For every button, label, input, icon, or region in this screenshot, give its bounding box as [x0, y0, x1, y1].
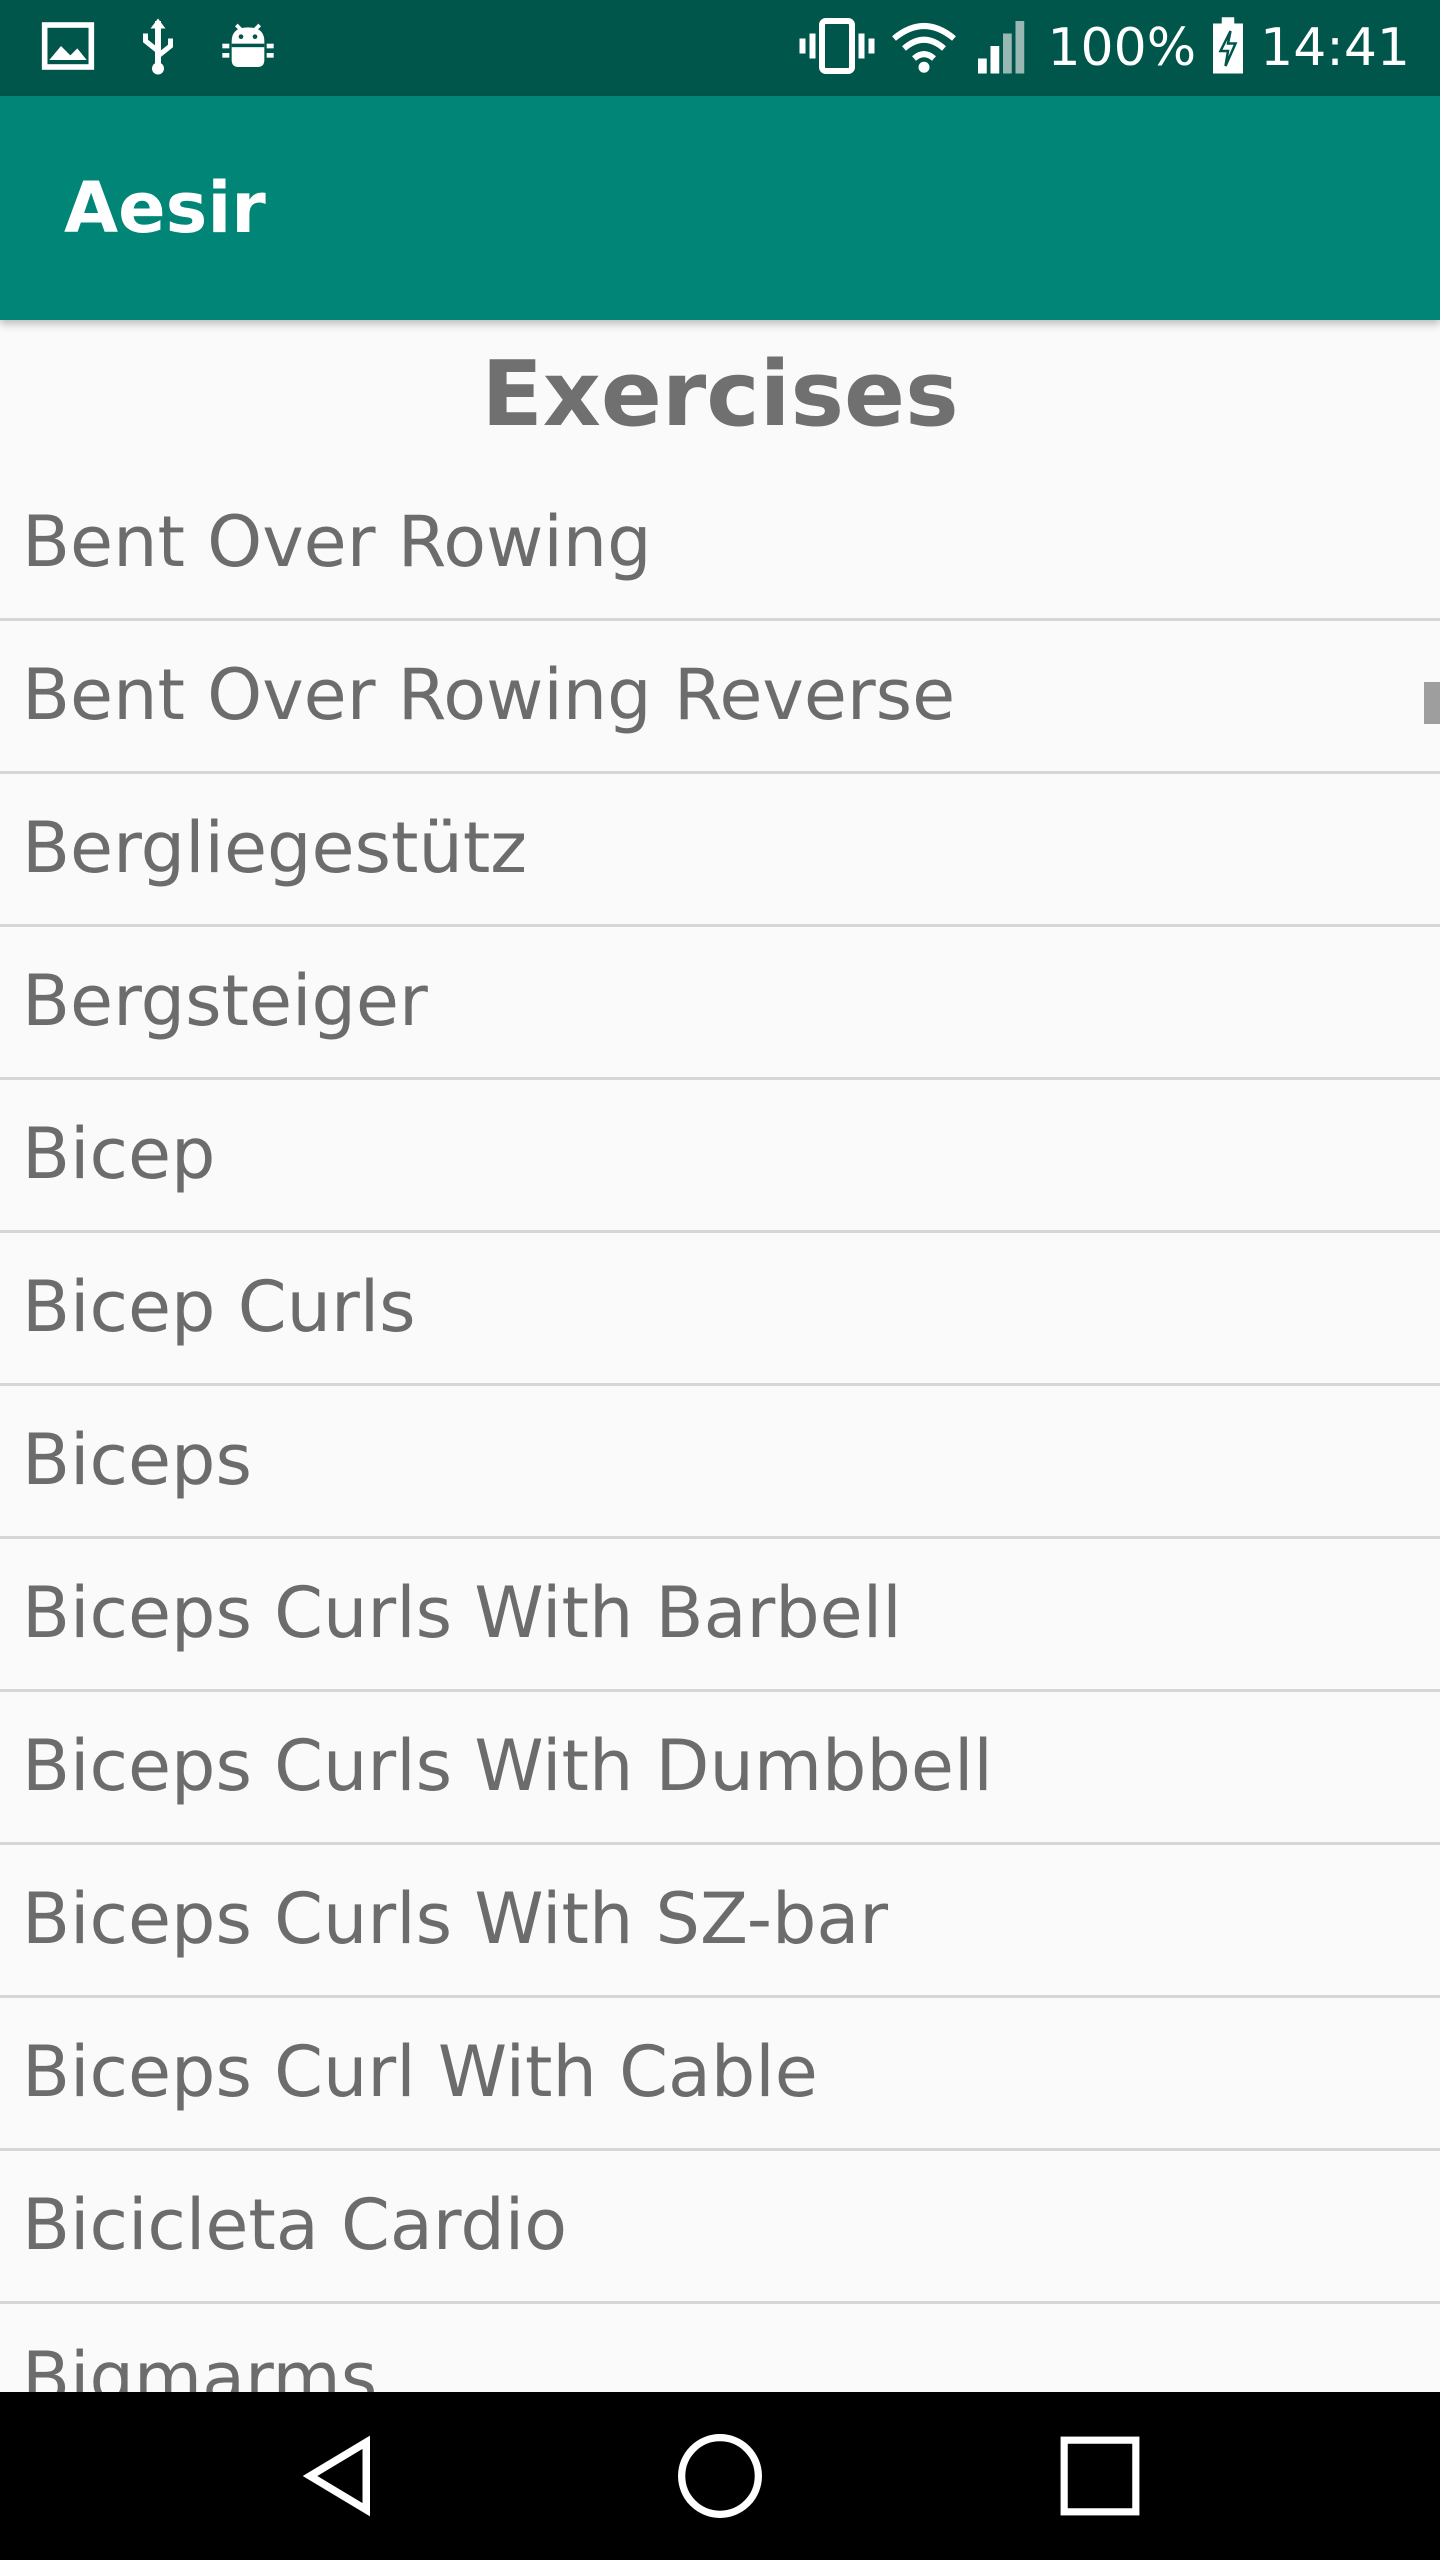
navigation-bar — [0, 2392, 1440, 2560]
page-title: Exercises — [481, 342, 959, 447]
battery-percentage: 100% — [1047, 18, 1197, 78]
list-item[interactable]: Biceps Curls With Barbell — [0, 1539, 1440, 1692]
exercise-list[interactable]: Bent Over Rowing Bent Over Rowing Revers… — [0, 468, 1440, 2392]
scrollbar-thumb[interactable] — [1424, 682, 1440, 724]
recents-icon[interactable] — [1050, 2426, 1150, 2526]
list-item[interactable]: Bergliegestütz — [0, 774, 1440, 927]
home-icon[interactable] — [670, 2426, 770, 2526]
list-item[interactable]: Bent Over Rowing — [0, 468, 1440, 621]
image-icon — [40, 18, 96, 78]
list-item[interactable]: Bicep Curls — [0, 1233, 1440, 1386]
list-item[interactable]: Biceps — [0, 1386, 1440, 1539]
vibrate-icon — [799, 16, 875, 80]
list-item[interactable]: Bigmarms — [0, 2304, 1440, 2392]
app-title: Aesir — [64, 167, 266, 249]
list-item[interactable]: Biceps Curls With SZ-bar — [0, 1845, 1440, 1998]
wifi-icon — [889, 18, 959, 78]
clock: 14:41 — [1260, 18, 1410, 78]
app-bar: Aesir — [0, 96, 1440, 320]
back-icon[interactable] — [290, 2426, 390, 2526]
list-item[interactable]: Biceps Curls With Dumbbell — [0, 1692, 1440, 1845]
android-debug-icon — [220, 18, 276, 78]
list-item[interactable]: Biceps Curl With Cable — [0, 1998, 1440, 2151]
usb-icon — [136, 16, 180, 80]
list-item[interactable]: Bicicleta Cardio — [0, 2151, 1440, 2304]
exercise-list-screen[interactable]: Exercises Bent Over Rowing Bent Over Row… — [0, 320, 1440, 2392]
list-item[interactable]: Bicep — [0, 1080, 1440, 1233]
signal-icon — [973, 16, 1033, 80]
list-item[interactable]: Bent Over Rowing Reverse — [0, 621, 1440, 774]
status-bar: 100% 14:41 — [0, 0, 1440, 96]
list-item[interactable]: Bergsteiger — [0, 927, 1440, 1080]
battery-charging-icon — [1210, 16, 1246, 80]
